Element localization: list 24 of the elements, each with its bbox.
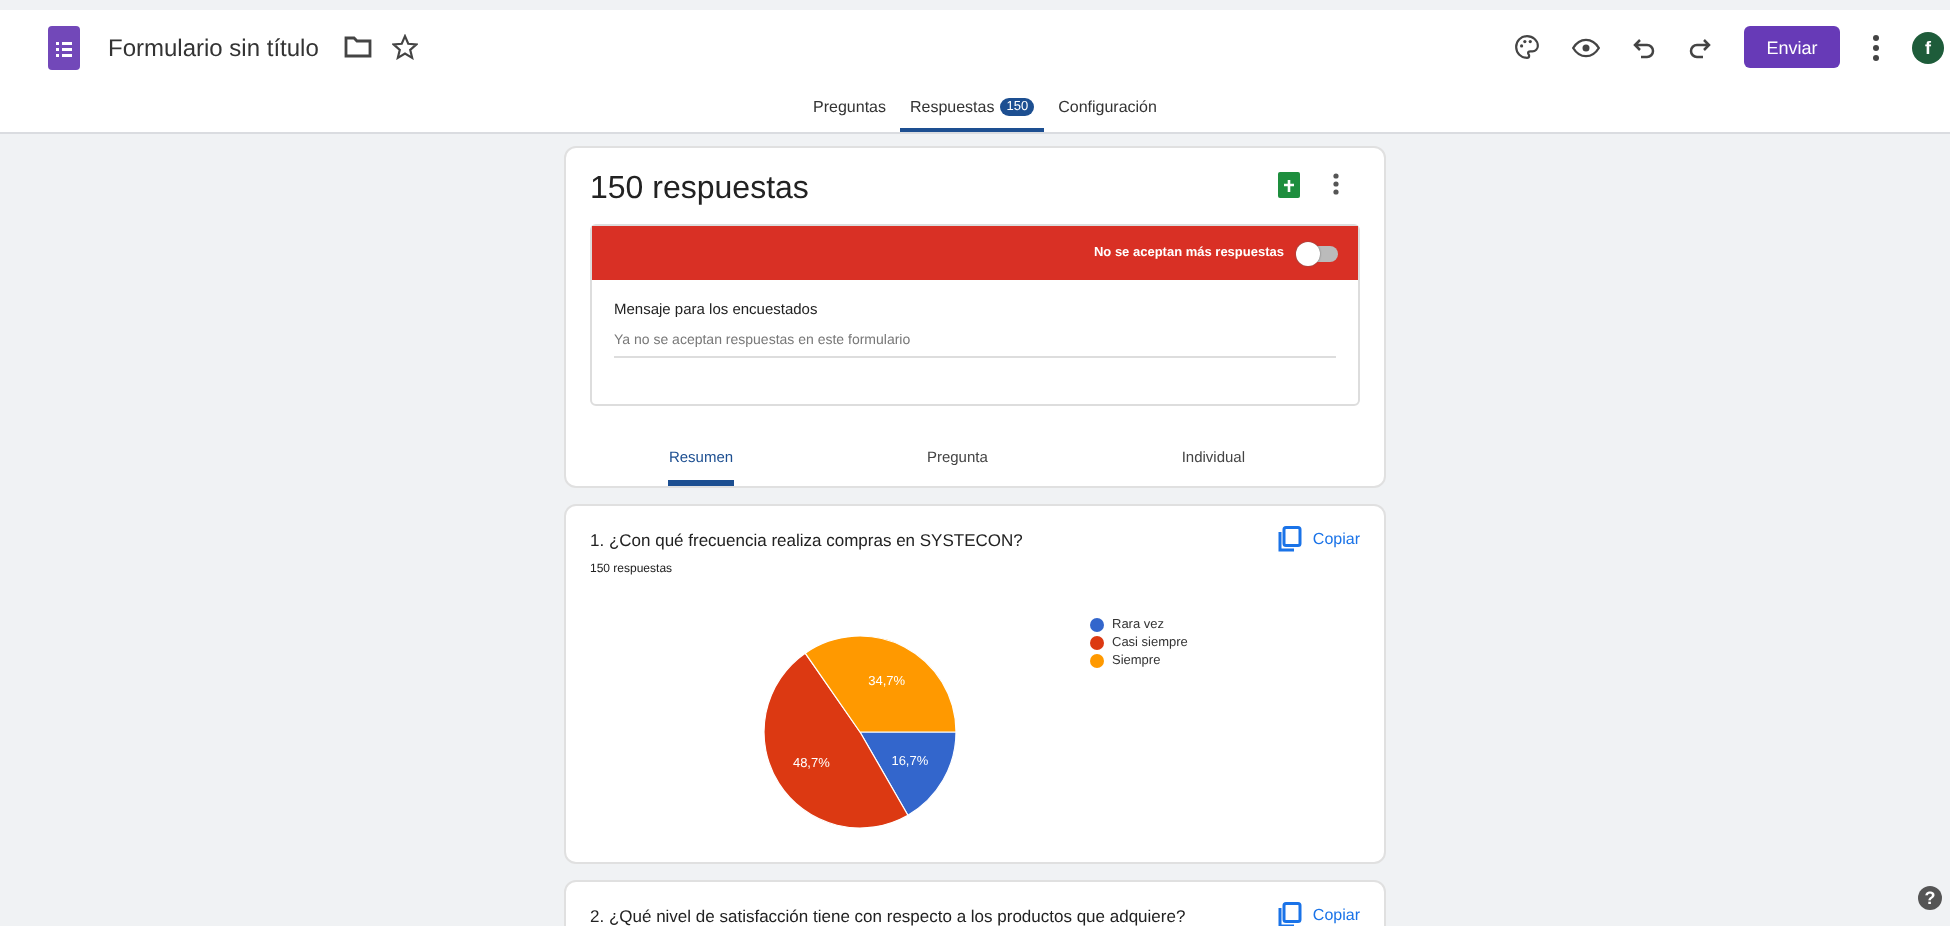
forms-logo-icon[interactable] bbox=[48, 25, 80, 69]
copy-button[interactable]: Copiar bbox=[1278, 902, 1360, 926]
question-title: 1. ¿Con qué frecuencia realiza compras en SYSTECON? bbox=[590, 529, 1023, 549]
copy-button[interactable]: Copiar bbox=[1278, 526, 1360, 552]
send-button[interactable]: Enviar bbox=[1744, 26, 1840, 68]
copy-icon bbox=[1278, 526, 1303, 552]
redo-icon[interactable] bbox=[1688, 35, 1712, 59]
spreadsheet-icon[interactable] bbox=[1278, 171, 1300, 197]
palette-icon[interactable] bbox=[1514, 34, 1540, 60]
more-icon[interactable] bbox=[1872, 33, 1880, 61]
copy-icon bbox=[1278, 902, 1303, 926]
more-icon[interactable] bbox=[1332, 172, 1340, 196]
folder-icon[interactable] bbox=[344, 36, 373, 58]
help-icon[interactable]: ? bbox=[1918, 886, 1942, 910]
form-title[interactable]: Formulario sin título bbox=[108, 33, 319, 61]
undo-icon[interactable] bbox=[1632, 35, 1656, 59]
star-icon[interactable] bbox=[392, 34, 419, 60]
accept-toggle[interactable] bbox=[1300, 245, 1338, 261]
question-title: 2. ¿Qué nivel de satisfacción tiene con respecto a los productos que adquiere? bbox=[590, 905, 1186, 925]
form-tab[interactable]: Preguntas bbox=[803, 84, 896, 132]
account-avatar[interactable]: f bbox=[1912, 31, 1944, 63]
eye-icon[interactable] bbox=[1572, 37, 1600, 57]
responses-title: 150 respuestas bbox=[590, 172, 809, 208]
form-tab[interactable]: Configuración bbox=[1048, 84, 1167, 132]
